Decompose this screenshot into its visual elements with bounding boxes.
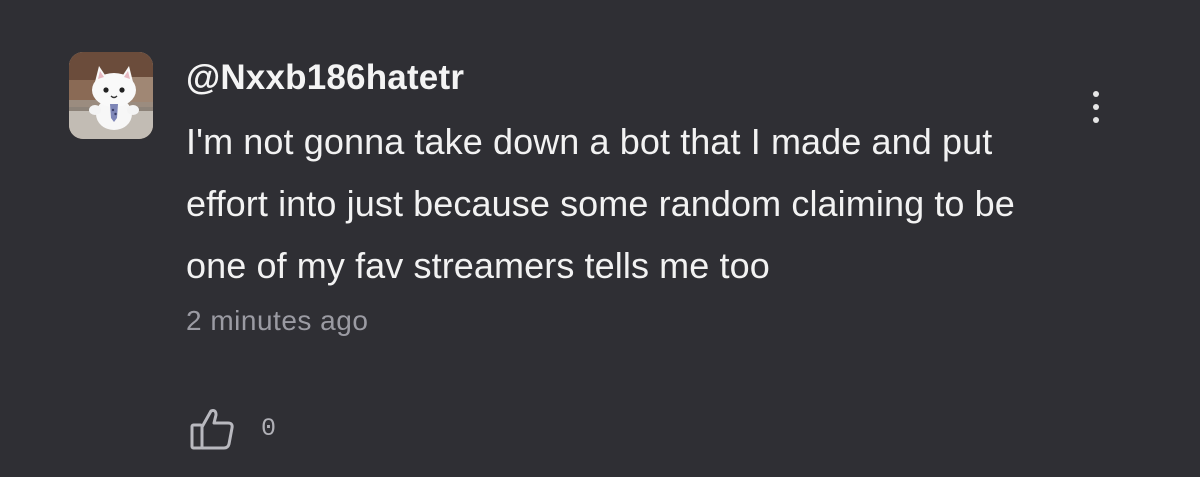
comment-content: @Nxxb186hatetr I'm not gonna take down a… bbox=[186, 56, 1066, 338]
thumbs-up-icon bbox=[190, 409, 234, 450]
more-vertical-icon bbox=[1093, 91, 1099, 97]
comment-actions: 0 bbox=[188, 405, 276, 453]
like-count: 0 bbox=[261, 414, 277, 443]
username[interactable]: @Nxxb186hatetr bbox=[186, 56, 1066, 100]
menu-dot bbox=[1093, 104, 1099, 110]
cat-avatar-icon bbox=[69, 52, 153, 139]
menu-dot bbox=[1093, 117, 1099, 123]
comment-text: I'm not gonna take down a bot that I mad… bbox=[186, 121, 1015, 286]
avatar[interactable] bbox=[69, 52, 153, 139]
timestamp: 2 minutes ago bbox=[186, 305, 369, 336]
more-options-button[interactable] bbox=[1078, 84, 1114, 130]
like-button[interactable] bbox=[188, 405, 236, 453]
comment-card: @Nxxb186hatetr I'm not gonna take down a… bbox=[0, 0, 1200, 477]
